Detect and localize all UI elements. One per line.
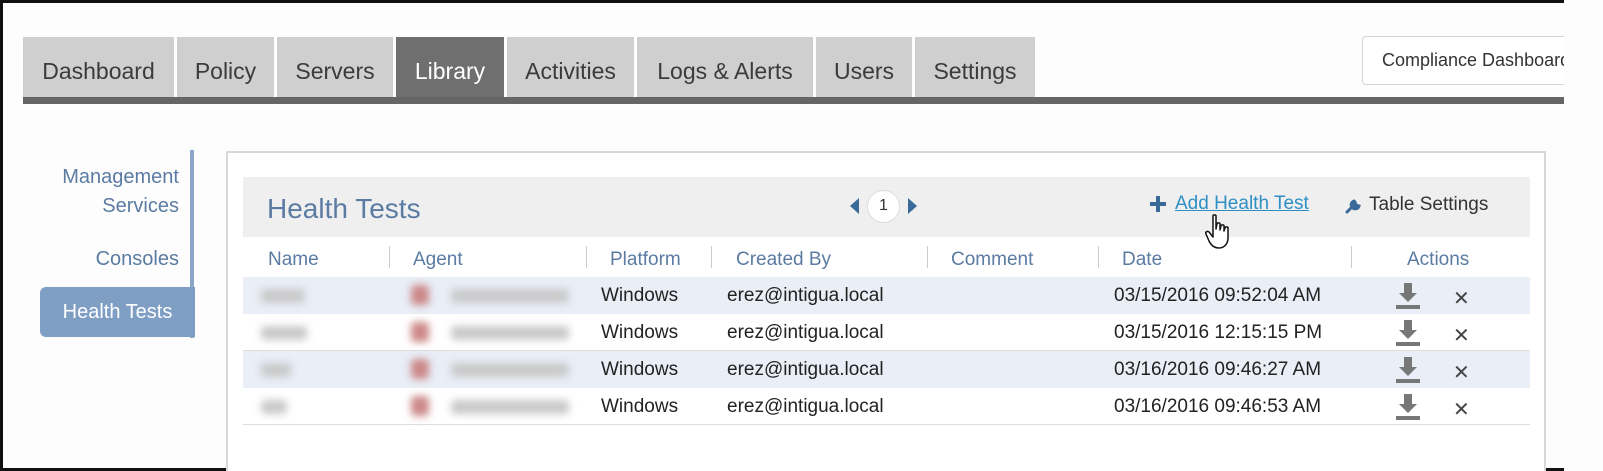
redacted-name: [261, 400, 287, 414]
close-icon[interactable]: ✕: [1453, 397, 1470, 422]
close-icon[interactable]: ✕: [1453, 360, 1470, 385]
tab-users[interactable]: Users: [816, 37, 912, 97]
pagination: 1: [850, 188, 917, 224]
tab-servers[interactable]: Servers: [277, 37, 393, 97]
column-divider: [389, 246, 390, 268]
subnav-label-management: Management: [62, 166, 179, 188]
redacted-agent-icon: [411, 396, 429, 416]
platform-cell: Windows: [601, 359, 679, 380]
column-header-name[interactable]: Name: [268, 249, 319, 271]
column-divider: [1351, 246, 1352, 268]
download-icon[interactable]: [1393, 392, 1423, 422]
tab-settings[interactable]: Settings: [915, 37, 1035, 97]
subnav-item-management-services[interactable]: Management Services: [62, 163, 179, 221]
viewport-edge: [1564, 0, 1603, 471]
platform-cell: Windows: [601, 285, 679, 306]
add-health-test-button[interactable]: Add Health Test: [1150, 193, 1309, 215]
table-row[interactable]: Windows erez@intigua.local 03/16/2016 09…: [243, 388, 1530, 425]
created-by-cell: erez@intigua.local: [727, 359, 884, 380]
close-icon[interactable]: ✕: [1453, 323, 1470, 348]
column-divider: [1098, 246, 1099, 268]
column-header-created-by[interactable]: Created By: [736, 249, 831, 271]
created-by-cell: erez@intigua.local: [727, 396, 884, 417]
hand-cursor-icon: [1205, 214, 1229, 249]
chevron-right-icon[interactable]: [908, 198, 917, 214]
table-settings-button[interactable]: Table Settings: [1345, 194, 1488, 216]
tab-library[interactable]: Library: [396, 37, 504, 97]
add-health-test-label: Add Health Test: [1175, 193, 1309, 214]
main-nav: Dashboard Policy Servers Library Activit…: [23, 37, 1035, 97]
redacted-agent: [451, 326, 569, 340]
download-icon[interactable]: [1393, 318, 1423, 348]
redacted-name: [261, 326, 307, 340]
redacted-agent: [451, 289, 569, 303]
download-icon[interactable]: [1393, 281, 1423, 311]
created-by-cell: erez@intigua.local: [727, 285, 884, 306]
subnav-label-services: Services: [102, 195, 179, 217]
column-divider: [927, 246, 928, 268]
date-cell: 03/16/2016 09:46:53 AM: [1114, 396, 1322, 417]
tab-logs-alerts[interactable]: Logs & Alerts: [637, 37, 813, 97]
chevron-left-icon[interactable]: [850, 198, 859, 214]
wrench-icon: [1345, 199, 1361, 214]
platform-cell: Windows: [601, 322, 679, 343]
plus-icon: [1150, 196, 1166, 212]
column-header-platform[interactable]: Platform: [610, 249, 681, 271]
platform-cell: Windows: [601, 396, 679, 417]
redacted-agent-icon: [411, 359, 429, 379]
table-settings-label: Table Settings: [1369, 194, 1489, 215]
table-header: Name Agent Platform Created By Comment D…: [243, 240, 1530, 277]
subnav-item-health-tests[interactable]: Health Tests: [40, 287, 195, 337]
created-by-cell: erez@intigua.local: [727, 322, 884, 343]
page-title: Health Tests: [267, 193, 421, 224]
column-header-agent[interactable]: Agent: [413, 249, 463, 271]
compliance-dashboard-button[interactable]: Compliance Dashboard: [1362, 36, 1592, 85]
redacted-agent-icon: [411, 285, 429, 305]
tab-underline: [23, 97, 1570, 104]
close-icon[interactable]: ✕: [1453, 286, 1470, 311]
redacted-agent-icon: [411, 322, 429, 342]
table-row[interactable]: Windows erez@intigua.local 03/16/2016 09…: [243, 351, 1530, 388]
page-number[interactable]: 1: [867, 189, 900, 223]
table-row[interactable]: Windows erez@intigua.local 03/15/2016 12…: [243, 314, 1530, 351]
column-divider: [586, 246, 587, 268]
date-cell: 03/15/2016 09:52:04 AM: [1114, 285, 1322, 306]
redacted-agent: [451, 363, 569, 377]
table-row[interactable]: Windows erez@intigua.local 03/15/2016 09…: [243, 277, 1530, 314]
column-header-comment[interactable]: Comment: [951, 249, 1033, 271]
download-icon[interactable]: [1393, 355, 1423, 385]
redacted-name: [261, 363, 291, 377]
date-cell: 03/15/2016 12:15:15 PM: [1114, 322, 1323, 343]
date-cell: 03/16/2016 09:46:27 AM: [1114, 359, 1322, 380]
subnav-item-consoles[interactable]: Consoles: [96, 245, 179, 274]
redacted-name: [261, 289, 305, 303]
column-divider: [711, 246, 712, 268]
tab-policy[interactable]: Policy: [177, 37, 274, 97]
column-header-actions: Actions: [1407, 249, 1470, 270]
tab-activities[interactable]: Activities: [507, 37, 634, 97]
redacted-agent: [451, 400, 569, 414]
column-header-date[interactable]: Date: [1122, 249, 1162, 271]
tab-dashboard[interactable]: Dashboard: [23, 37, 174, 97]
